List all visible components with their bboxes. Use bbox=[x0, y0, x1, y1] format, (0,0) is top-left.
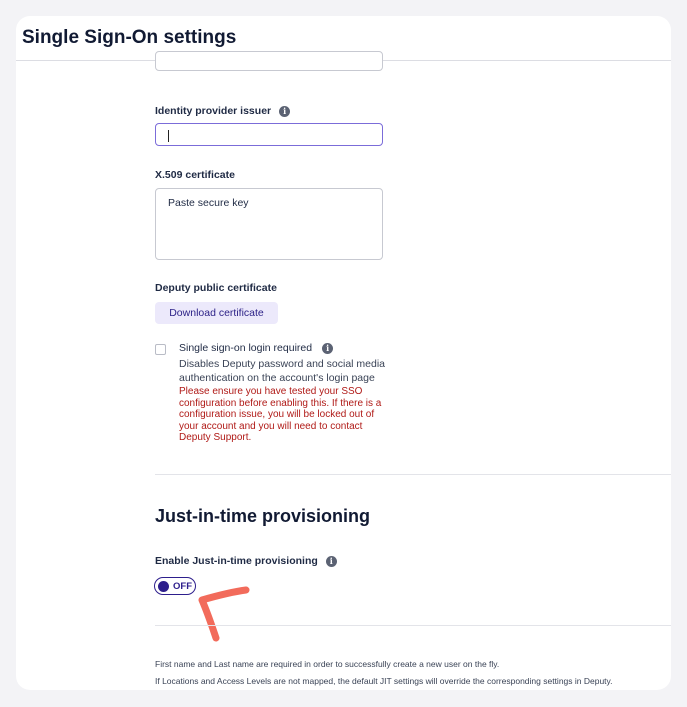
x509-placeholder: Paste secure key bbox=[168, 197, 249, 209]
section-divider bbox=[155, 625, 671, 626]
jit-enable-label: Enable Just-in-time provisioning bbox=[155, 555, 318, 567]
public-cert-label: Deputy public certificate bbox=[155, 282, 277, 294]
idp-issuer-input[interactable] bbox=[155, 123, 383, 146]
sso-required-title: Single sign-on login required bbox=[179, 342, 313, 354]
public-cert-label-row: Deputy public certificate bbox=[155, 282, 277, 294]
toggle-knob bbox=[158, 580, 169, 592]
settings-scroll-area[interactable]: Identity provider issuer i X.509 certifi… bbox=[16, 51, 671, 690]
x509-certificate-textarea[interactable]: Paste secure key bbox=[155, 188, 383, 260]
annotation-arrow-icon bbox=[198, 586, 250, 642]
x509-label-row: X.509 certificate bbox=[155, 169, 235, 181]
section-divider bbox=[155, 474, 671, 475]
jit-toggle[interactable]: OFF bbox=[154, 577, 196, 595]
sso-required-title-row: Single sign-on login required i bbox=[179, 342, 334, 354]
x509-label: X.509 certificate bbox=[155, 169, 235, 181]
sso-required-warning: Please ensure you have tested your SSO c… bbox=[179, 386, 382, 444]
toggle-state-label: OFF bbox=[173, 580, 192, 592]
sso-required-checkbox[interactable] bbox=[155, 344, 166, 355]
download-certificate-button[interactable]: Download certificate bbox=[155, 302, 278, 324]
idp-issuer-label: Identity provider issuer bbox=[155, 105, 272, 117]
info-icon[interactable]: i bbox=[325, 555, 337, 567]
jit-section-title: Just-in-time provisioning bbox=[155, 506, 371, 526]
page-title: Single Sign-On settings bbox=[22, 27, 237, 48]
jit-enable-label-row: Enable Just-in-time provisioning i bbox=[155, 555, 337, 567]
jit-note: First name and Last name are required in… bbox=[155, 659, 500, 669]
sso-settings-card: Single Sign-On settings Identity provide… bbox=[16, 16, 671, 690]
previous-field-input[interactable] bbox=[155, 51, 383, 71]
info-icon[interactable]: i bbox=[322, 342, 334, 354]
idp-issuer-label-row: Identity provider issuer i bbox=[155, 105, 291, 117]
info-icon[interactable]: i bbox=[279, 105, 291, 117]
text-caret bbox=[168, 130, 169, 142]
jit-note: If Locations and Access Levels are not m… bbox=[155, 676, 613, 686]
sso-required-description: Disables Deputy password and social medi… bbox=[179, 358, 386, 384]
